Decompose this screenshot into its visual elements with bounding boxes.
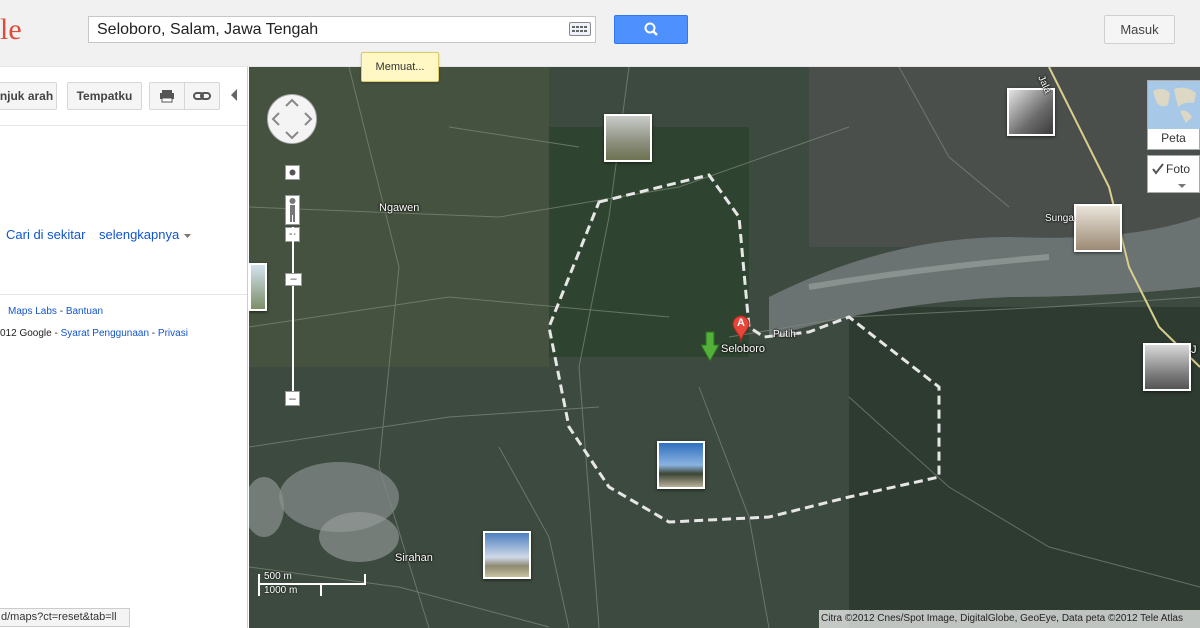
satellite-map[interactable]: + – – Ngawen Seloboro Putih Sunga Siraha… <box>249 67 1200 628</box>
photo-toggle[interactable]: Foto <box>1147 155 1200 193</box>
terms-link[interactable]: Syarat Penggunaan <box>61 328 149 339</box>
top-bar: le Masuk <box>0 0 1200 67</box>
world-map-icon <box>1148 81 1200 129</box>
zoom-slider-thumb[interactable]: – <box>285 273 302 286</box>
help-link[interactable]: Bantuan <box>66 306 103 317</box>
map-label-seloboro: Seloboro <box>721 343 766 355</box>
divider <box>0 125 247 126</box>
separator: - <box>149 328 158 339</box>
search-button[interactable] <box>614 15 688 44</box>
search-nearby-link[interactable]: Cari di sekitar <box>6 227 85 242</box>
separator: - <box>56 306 66 317</box>
loading-indicator: Memuat... <box>361 52 439 82</box>
google-logo[interactable]: le <box>0 13 22 47</box>
link-icon <box>193 92 211 100</box>
footer-legal-row: 012 Google - Syarat Penggunaan - Privasi <box>0 328 188 339</box>
map-label-putih: Putih <box>773 329 796 340</box>
search-input[interactable] <box>89 17 575 42</box>
arrow-down-icon <box>700 331 720 363</box>
print-button[interactable] <box>149 82 185 110</box>
location-marker-a[interactable]: A <box>732 315 750 343</box>
footer-links-row: Maps Labs - Bantuan <box>8 306 103 317</box>
checkmark-icon <box>1152 163 1164 175</box>
more-link-label: selengkapnya <box>99 227 180 242</box>
zoom-out-button[interactable]: – <box>285 391 300 406</box>
map-label-sungai: Sunga <box>1045 213 1074 224</box>
green-arrow-marker[interactable] <box>700 331 720 363</box>
scale-metric-label: 500 m <box>264 571 292 582</box>
photo-thumbnail[interactable] <box>604 114 652 162</box>
keyboard-icon[interactable] <box>569 22 591 36</box>
collapse-panel-arrow-icon[interactable] <box>231 89 237 101</box>
link-button[interactable] <box>184 82 220 110</box>
search-icon <box>644 22 658 36</box>
photo-thumbnail[interactable] <box>1007 88 1055 136</box>
photo-thumbnail[interactable] <box>483 531 531 579</box>
map-label-sirahan: Sirahan <box>395 552 433 564</box>
zoom-slider-track[interactable] <box>292 227 294 397</box>
photo-thumbnail[interactable] <box>1074 204 1122 252</box>
chevron-down-icon <box>1178 184 1186 188</box>
photo-toggle-label: Foto <box>1166 162 1191 176</box>
scale-bar: 500 m 1000 m <box>257 571 367 606</box>
search-box <box>88 16 596 43</box>
more-link[interactable]: selengkapnya <box>99 227 192 242</box>
divider <box>0 294 247 295</box>
map-label-j: J <box>1191 344 1197 356</box>
photo-thumbnail[interactable] <box>657 441 705 489</box>
my-places-button[interactable]: Tempatku <box>67 82 142 110</box>
directions-button[interactable]: njuk arah <box>0 82 57 110</box>
signin-button[interactable]: Masuk <box>1104 15 1175 44</box>
pan-control[interactable] <box>267 94 317 144</box>
map-attribution: Citra ©2012 Cnes/Spot Image, DigitalGlob… <box>819 610 1200 628</box>
chevron-down-icon <box>183 233 191 238</box>
location-dot-icon <box>289 169 296 176</box>
scale-imperial-label: 1000 m <box>264 585 298 596</box>
pan-arrows-icon <box>271 98 313 140</box>
maps-labs-link[interactable]: Maps Labs <box>8 306 57 317</box>
privacy-link[interactable]: Privasi <box>158 328 188 339</box>
photo-thumbnail[interactable] <box>1143 343 1191 391</box>
browser-status-url: d/maps?ct=reset&tab=ll <box>0 608 130 627</box>
map-type-peta-button[interactable]: Peta <box>1147 80 1200 150</box>
pegman-icon <box>289 198 296 222</box>
pegman-button[interactable] <box>285 195 300 225</box>
copyright-text: 012 Google - <box>0 328 61 339</box>
my-location-button[interactable] <box>285 165 300 180</box>
photo-thumbnail[interactable] <box>249 263 267 311</box>
marker-letter: A <box>737 317 745 329</box>
map-label-ngawen: Ngawen <box>379 202 420 214</box>
left-panel: njuk arah Tempatku Cari di sekitar selen… <box>0 67 248 628</box>
print-icon <box>160 90 174 103</box>
map-type-peta-label: Peta <box>1161 131 1186 145</box>
